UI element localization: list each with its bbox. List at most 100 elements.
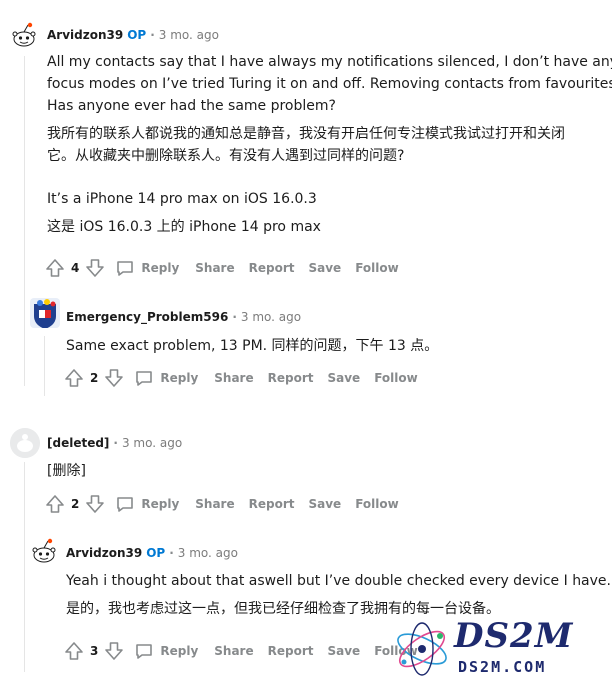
share-label: Share [214, 371, 254, 385]
comment-actions: 2 Reply Share Report Save Follow [45, 492, 399, 516]
comment-meta: [deleted] · 3 mo. ago [47, 436, 182, 450]
reply-button[interactable]: Reply [134, 641, 198, 661]
report-button[interactable]: Report [268, 371, 314, 385]
thread-line[interactable] [44, 336, 45, 396]
comment-text-line: It’s a iPhone 14 pro max on iOS 16.0.3 [47, 191, 317, 207]
report-button[interactable]: Report [249, 497, 295, 511]
share-button[interactable]: Share [195, 261, 234, 275]
comment-actions: 3 Reply Share Report Save Follow [64, 639, 418, 663]
comment-meta: Arvidzon39 OP · 3 mo. ago [47, 28, 219, 42]
author-name[interactable]: Emergency_Problem596 [66, 310, 228, 324]
share-label: Share [214, 644, 254, 658]
save-label: Save [327, 644, 361, 658]
watermark-logo-text: DS2M [454, 616, 574, 656]
timestamp[interactable]: 3 mo. ago [159, 28, 219, 42]
reply-label: Reply [141, 497, 180, 511]
upvote-icon[interactable] [45, 258, 65, 278]
downvote-icon[interactable] [104, 368, 124, 388]
separator-dot: · [232, 310, 237, 324]
deleted-user-icon [10, 428, 40, 458]
report-button[interactable]: Report [268, 644, 314, 658]
thread-line[interactable] [24, 462, 25, 672]
author-name[interactable]: Arvidzon39 [47, 28, 123, 42]
author-name: [deleted] [47, 436, 110, 450]
comment-bubble-icon [117, 497, 134, 512]
follow-label: Follow [355, 261, 399, 275]
save-button[interactable]: Save [327, 371, 360, 385]
separator-dot: · [169, 546, 174, 560]
report-label: Report [248, 497, 295, 511]
save-label: Save [308, 497, 342, 511]
avatar[interactable] [10, 20, 40, 50]
comment-text-line: 我所有的联系人都说我的通知总是静音，我没有开启任何专注模式我试过打开和关闭 [47, 126, 565, 142]
follow-button[interactable]: Follow [374, 371, 418, 385]
user-avatar-icon [34, 299, 56, 328]
comment-text-line: Same exact problem, 13 PM. 同样的问题，下午 13 点… [66, 338, 439, 354]
share-button[interactable]: Share [214, 371, 253, 385]
separator-dot: · [150, 28, 155, 42]
report-label: Report [267, 371, 314, 385]
comment-bubble-icon [136, 644, 153, 659]
share-label: Share [195, 261, 235, 275]
avatar[interactable] [30, 298, 60, 328]
comment-text-line: focus modes on I’ve tried Turing it on a… [47, 76, 612, 92]
follow-label: Follow [355, 497, 399, 511]
author-name[interactable]: Arvidzon39 [66, 546, 142, 560]
comment-meta: Arvidzon39 OP · 3 mo. ago [66, 546, 238, 560]
upvote-icon[interactable] [64, 641, 84, 661]
comment-bubble-icon [117, 261, 134, 276]
follow-button[interactable]: Follow [355, 497, 399, 511]
avatar[interactable] [10, 428, 40, 458]
reply-label: Reply [160, 371, 199, 385]
comment-text-line: Yeah i thought about that aswell but I’v… [66, 573, 611, 589]
comment-text-line: Has anyone ever had the same problem? [47, 98, 336, 114]
comment-text-line: 这是 iOS 16.0.3 上的 iPhone 14 pro max [47, 219, 321, 235]
comment-actions: 4 Reply Share Report Save Follow [45, 256, 399, 280]
vote-count: 2 [90, 371, 99, 385]
save-button[interactable]: Save [308, 261, 341, 275]
share-label: Share [195, 497, 235, 511]
downvote-icon[interactable] [85, 258, 105, 278]
follow-button[interactable]: Follow [355, 261, 399, 275]
reply-label: Reply [141, 261, 180, 275]
reply-button[interactable]: Reply [134, 368, 198, 388]
share-button[interactable]: Share [214, 644, 253, 658]
downvote-icon[interactable] [85, 494, 105, 514]
reddit-snoo-icon [30, 536, 60, 566]
timestamp[interactable]: 3 mo. ago [122, 436, 182, 450]
thread-line[interactable] [24, 56, 25, 386]
reply-label: Reply [160, 644, 199, 658]
reddit-snoo-icon [10, 20, 40, 50]
atom-logo-icon [397, 622, 447, 676]
comment-text-line: 它。从收藏夹中删除联系人。有没有人遇到过同样的问题? [47, 148, 405, 164]
share-button[interactable]: Share [195, 497, 234, 511]
timestamp[interactable]: 3 mo. ago [178, 546, 238, 560]
separator-dot: · [113, 436, 118, 450]
comment-bubble-icon [136, 371, 153, 386]
report-label: Report [248, 261, 295, 275]
comment-text-line: All my contacts say that I have always m… [47, 54, 612, 70]
avatar[interactable] [30, 536, 60, 566]
vote-count: 4 [71, 261, 80, 275]
follow-label: Follow [374, 371, 418, 385]
watermark: DS2M DS2M.COM [392, 616, 604, 682]
comment-meta: Emergency_Problem596 · 3 mo. ago [66, 310, 301, 324]
upvote-icon[interactable] [45, 494, 65, 514]
vote-count: 2 [71, 497, 80, 511]
upvote-icon[interactable] [64, 368, 84, 388]
op-badge: OP [127, 28, 147, 42]
reply-button[interactable]: Reply [115, 258, 179, 278]
op-badge: OP [146, 546, 166, 560]
timestamp[interactable]: 3 mo. ago [241, 310, 301, 324]
comment-text-line: [删除] [47, 463, 86, 479]
watermark-site-text: DS2M.COM [458, 658, 547, 676]
vote-count: 3 [90, 644, 99, 658]
save-button[interactable]: Save [327, 644, 360, 658]
reply-button[interactable]: Reply [115, 494, 179, 514]
report-button[interactable]: Report [249, 261, 295, 275]
save-label: Save [308, 261, 342, 275]
downvote-icon[interactable] [104, 641, 124, 661]
save-label: Save [327, 371, 361, 385]
report-label: Report [267, 644, 314, 658]
save-button[interactable]: Save [308, 497, 341, 511]
